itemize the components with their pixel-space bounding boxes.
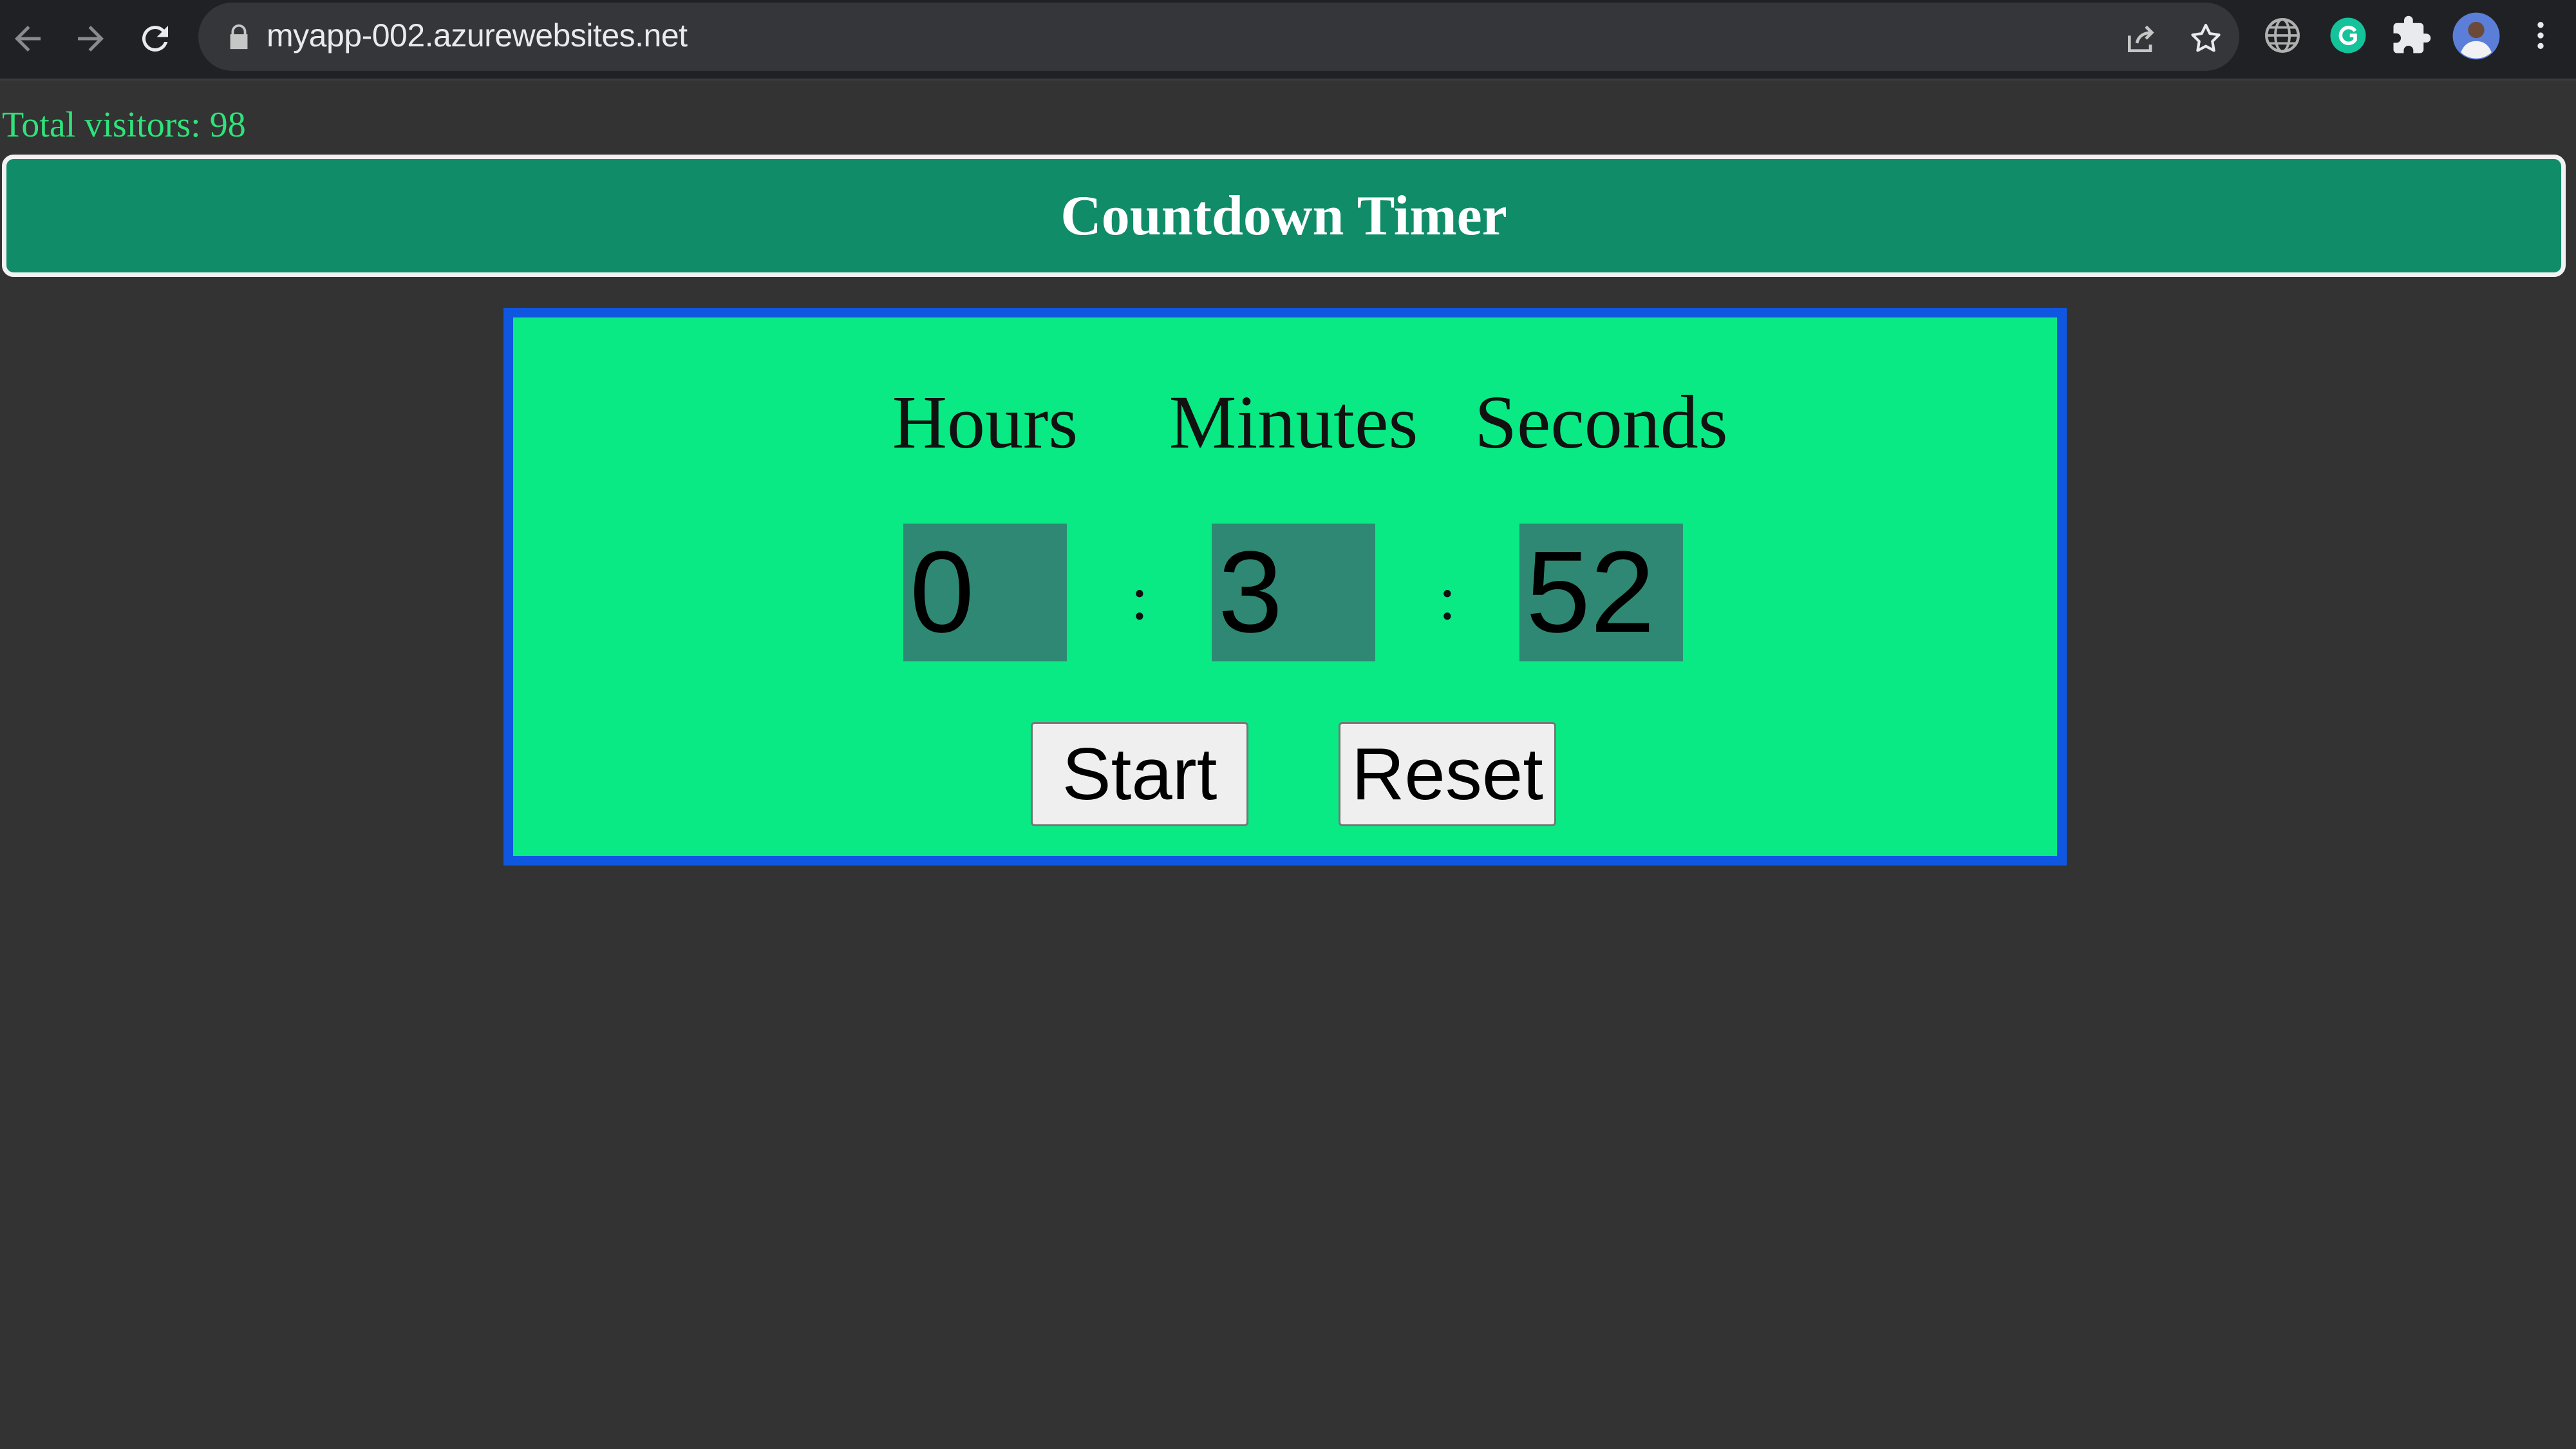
url-text[interactable]: myapp-002.azurewebsites.net [267, 17, 688, 54]
minutes-display: 3 [1212, 524, 1375, 661]
time-separator: : [1131, 564, 1149, 632]
page-header: Countdown Timer [2, 155, 2566, 277]
lock-icon[interactable] [224, 22, 254, 52]
kebab-menu-icon[interactable] [2523, 14, 2559, 57]
visitor-count: Total visitors: 98 [2, 105, 246, 145]
bookmark-star-icon[interactable] [2188, 21, 2224, 57]
browser-toolbar: myapp-002.azurewebsites.net [0, 0, 2576, 80]
seconds-label: Seconds [1474, 380, 1728, 464]
extensions-puzzle-icon[interactable] [2390, 14, 2432, 57]
seconds-display: 52 [1519, 524, 1683, 661]
reload-icon[interactable] [131, 14, 180, 63]
globe-extension-icon[interactable] [2261, 14, 2304, 57]
profile-avatar[interactable] [2452, 12, 2501, 61]
page-title: Countdown Timer [1060, 184, 1507, 247]
hours-display: 0 [903, 524, 1067, 661]
minutes-label: Minutes [1169, 380, 1418, 464]
reset-button[interactable]: Reset [1339, 722, 1556, 826]
address-bar[interactable]: myapp-002.azurewebsites.net [198, 3, 2239, 71]
forward-icon[interactable] [66, 14, 115, 63]
time-separator: : [1438, 564, 1456, 632]
share-icon[interactable] [2123, 21, 2159, 57]
timer-panel: Hours Minutes Seconds 0 : 3 : 52 Start R… [503, 308, 2067, 866]
hours-label: Hours [892, 380, 1078, 464]
start-button[interactable]: Start [1031, 722, 1248, 826]
grammarly-extension-icon[interactable] [2327, 14, 2369, 57]
back-icon[interactable] [3, 14, 52, 63]
